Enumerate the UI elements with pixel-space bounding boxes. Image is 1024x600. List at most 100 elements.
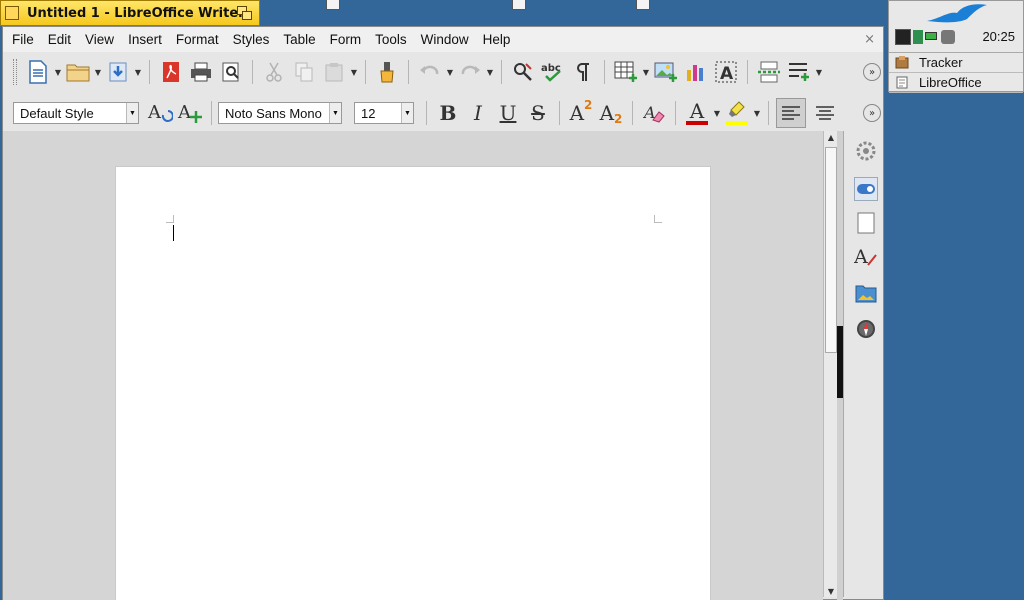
chevron-down-icon[interactable]: ▼ bbox=[126, 103, 138, 123]
window-title-bar[interactable]: Untitled 1 - LibreOffice Writer bbox=[0, 0, 260, 26]
new-style-icon[interactable]: A bbox=[176, 99, 204, 127]
align-center-icon bbox=[816, 106, 834, 120]
network-icon[interactable] bbox=[913, 30, 923, 44]
export-pdf-icon[interactable] bbox=[157, 58, 185, 86]
menu-window[interactable]: Window bbox=[414, 32, 476, 47]
insert-chart-icon[interactable] bbox=[682, 58, 710, 86]
chevron-down-icon[interactable]: ▼ bbox=[349, 68, 359, 77]
separator bbox=[408, 60, 409, 84]
new-document-icon[interactable] bbox=[24, 58, 52, 86]
bold-button[interactable]: B bbox=[434, 99, 462, 127]
save-icon[interactable] bbox=[104, 58, 132, 86]
font-color-button[interactable]: A bbox=[683, 99, 711, 127]
paragraph-style-combo[interactable]: Default Style ▼ bbox=[13, 102, 139, 124]
strikethrough-button[interactable]: S bbox=[524, 99, 552, 127]
subscript-mark: 2 bbox=[614, 112, 623, 126]
battery-icon[interactable] bbox=[925, 32, 937, 40]
chevron-down-icon[interactable]: ▼ bbox=[133, 68, 143, 77]
document-area[interactable] bbox=[3, 131, 823, 600]
paste-icon[interactable] bbox=[320, 58, 348, 86]
chevron-down-icon[interactable]: ▼ bbox=[93, 68, 103, 77]
align-left-button[interactable] bbox=[776, 98, 806, 128]
taskbar-item-tracker[interactable]: Tracker bbox=[889, 53, 1023, 73]
scroll-down-icon[interactable]: ▼ bbox=[825, 585, 837, 597]
chevron-down-icon[interactable]: ▼ bbox=[485, 68, 495, 77]
open-folder-icon[interactable] bbox=[64, 58, 92, 86]
formatting-marks-icon[interactable] bbox=[569, 58, 597, 86]
chevron-down-icon[interactable]: ▼ bbox=[401, 103, 413, 123]
chevron-down-icon[interactable]: ▼ bbox=[329, 103, 341, 123]
more-options-icon[interactable]: » bbox=[863, 63, 881, 81]
underline-button[interactable]: U bbox=[494, 99, 522, 127]
volume-icon[interactable] bbox=[941, 30, 955, 44]
taskbar-item-libreoffice[interactable]: LibreOffice bbox=[889, 73, 1023, 93]
insert-table-icon[interactable] bbox=[612, 58, 640, 86]
close-document-icon[interactable]: × bbox=[864, 32, 875, 47]
menu-edit[interactable]: Edit bbox=[41, 32, 78, 47]
workspace-pager-icon[interactable] bbox=[895, 29, 911, 45]
highlighter-icon bbox=[729, 101, 745, 117]
page-icon[interactable] bbox=[854, 211, 878, 235]
insert-field-icon[interactable] bbox=[785, 58, 813, 86]
cut-icon[interactable] bbox=[260, 58, 288, 86]
font-name-value: Noto Sans Mono bbox=[225, 105, 322, 121]
chevron-down-icon[interactable]: ▼ bbox=[641, 68, 651, 77]
font-name-combo[interactable]: Noto Sans Mono ▼ bbox=[218, 102, 342, 124]
separator bbox=[365, 60, 366, 84]
find-replace-icon[interactable] bbox=[509, 58, 537, 86]
superscript-button[interactable]: A 2 bbox=[567, 98, 595, 127]
font-color-letter: A bbox=[689, 99, 705, 123]
menu-format[interactable]: Format bbox=[169, 32, 226, 47]
scroll-up-icon[interactable]: ▲ bbox=[825, 131, 837, 143]
clock[interactable]: 20:25 bbox=[982, 29, 1015, 44]
chevron-down-icon[interactable]: ▼ bbox=[445, 68, 455, 77]
highlight-button[interactable] bbox=[723, 99, 751, 127]
insert-textbox-icon[interactable]: A bbox=[712, 58, 740, 86]
scrollbar-thumb[interactable] bbox=[825, 147, 837, 353]
gallery-icon[interactable] bbox=[854, 281, 878, 305]
separator bbox=[559, 101, 560, 125]
document-page[interactable] bbox=[115, 166, 711, 600]
menu-styles[interactable]: Styles bbox=[226, 32, 277, 47]
sidebar-menu-icon[interactable] bbox=[854, 139, 878, 163]
menu-help[interactable]: Help bbox=[476, 32, 518, 47]
vertical-scrollbar[interactable]: ▲ ▼ bbox=[823, 131, 837, 597]
taskbar-item-label: LibreOffice bbox=[919, 75, 982, 90]
svg-text:A: A bbox=[177, 102, 192, 123]
more-options-icon[interactable]: » bbox=[863, 104, 881, 122]
formatting-toolbar: Default Style ▼ A A Noto Sans Mono ▼ 12 … bbox=[3, 93, 883, 133]
maximize-icon[interactable] bbox=[237, 6, 253, 21]
font-size-combo[interactable]: 12 ▼ bbox=[354, 102, 414, 124]
text-cursor bbox=[173, 225, 174, 241]
menu-form[interactable]: Form bbox=[323, 32, 369, 47]
align-center-button[interactable] bbox=[811, 99, 839, 127]
menu-tools[interactable]: Tools bbox=[368, 32, 414, 47]
clear-formatting-icon[interactable]: A bbox=[640, 99, 668, 127]
italic-button[interactable]: I bbox=[464, 99, 492, 127]
properties-icon[interactable] bbox=[854, 177, 878, 201]
insert-image-icon[interactable] bbox=[652, 58, 680, 86]
update-style-icon[interactable]: A bbox=[146, 99, 174, 127]
clone-formatting-icon[interactable] bbox=[373, 58, 401, 86]
window-menu-icon[interactable] bbox=[5, 6, 19, 20]
chevron-down-icon[interactable]: ▼ bbox=[752, 109, 762, 118]
separator bbox=[501, 60, 502, 84]
print-preview-icon[interactable] bbox=[217, 58, 245, 86]
toolbar-grip[interactable] bbox=[13, 59, 17, 85]
menu-view[interactable]: View bbox=[78, 32, 121, 47]
redo-icon[interactable] bbox=[456, 58, 484, 86]
chevron-down-icon[interactable]: ▼ bbox=[712, 109, 722, 118]
menu-table[interactable]: Table bbox=[276, 32, 322, 47]
chevron-down-icon[interactable]: ▼ bbox=[53, 68, 63, 77]
undo-icon[interactable] bbox=[416, 58, 444, 86]
menu-insert[interactable]: Insert bbox=[121, 32, 169, 47]
insert-page-break-icon[interactable] bbox=[755, 58, 783, 86]
navigator-icon[interactable] bbox=[854, 317, 878, 341]
subscript-button[interactable]: A 2 bbox=[597, 99, 625, 127]
chevron-down-icon[interactable]: ▼ bbox=[814, 68, 824, 77]
copy-icon[interactable] bbox=[290, 58, 318, 86]
print-icon[interactable] bbox=[187, 58, 215, 86]
spelling-icon[interactable]: abc bbox=[539, 58, 567, 86]
styles-icon[interactable]: A bbox=[854, 245, 878, 269]
menu-file[interactable]: File bbox=[5, 32, 41, 47]
